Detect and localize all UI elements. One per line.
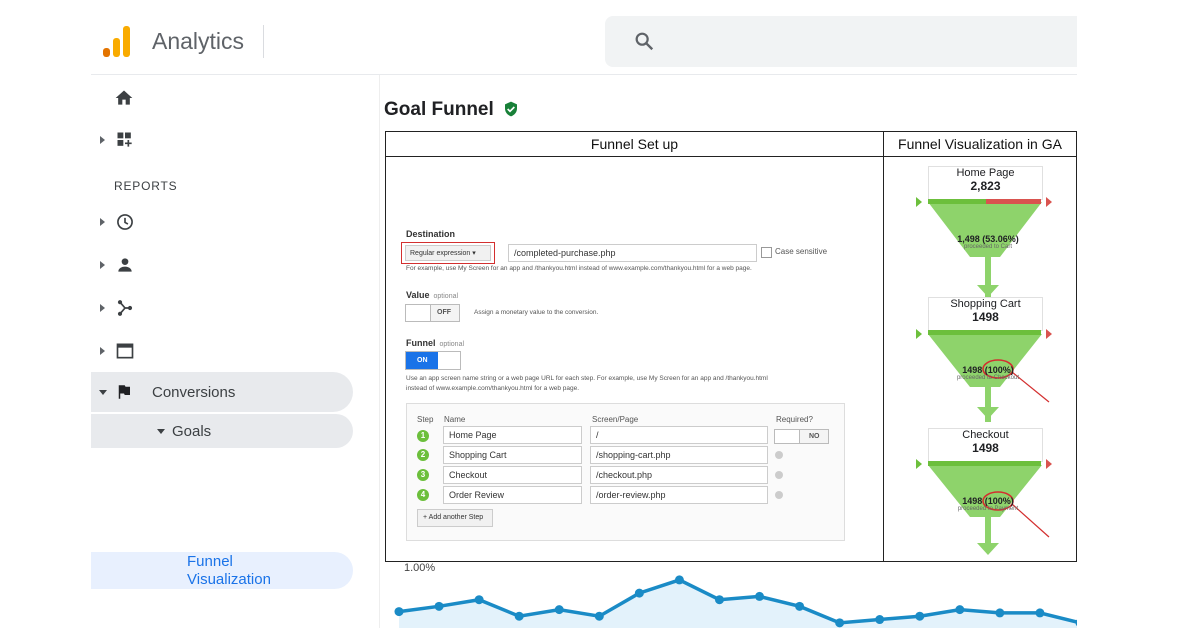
funnel-stage-home: Home Page 2,823 — [928, 166, 1043, 200]
data-point — [554, 605, 564, 615]
step-page-input[interactable]: /order-review.php — [590, 486, 768, 504]
sidebar-item-behavior[interactable] — [91, 341, 171, 361]
remove-step-icon[interactable] — [775, 491, 783, 499]
value-hint: Assign a monetary value to the conversio… — [474, 309, 599, 316]
destination-input[interactable]: /completed-purchase.php — [508, 244, 757, 262]
data-point — [795, 601, 805, 611]
data-point — [995, 608, 1005, 618]
setup-heading: Funnel Set up — [590, 136, 679, 152]
add-step-button[interactable]: + Add another Step — [417, 509, 493, 527]
chart-area — [399, 579, 1080, 628]
data-point — [634, 588, 644, 598]
clock-icon — [117, 214, 133, 230]
app-title: Analytics — [152, 28, 245, 54]
person-icon — [118, 258, 132, 272]
conversion-rate-chart: 1.00% — [380, 562, 1085, 628]
conversions-label: Conversions — [152, 384, 236, 401]
funnel-stage-cart-continued-bar — [928, 330, 1041, 335]
step-number: 1 — [417, 430, 429, 442]
search-icon[interactable] — [633, 30, 655, 52]
funnel-label: Funnel optional — [406, 338, 465, 348]
funnel-stage-cart: Shopping Cart 1498 — [928, 297, 1043, 331]
step-number: 3 — [417, 469, 429, 481]
home-icon[interactable] — [114, 88, 134, 113]
data-point — [755, 591, 765, 601]
case-sensitive-label: Case sensitive — [775, 247, 828, 256]
required-toggle[interactable]: NO — [774, 429, 829, 444]
step-number: 2 — [417, 449, 429, 461]
case-sensitive-checkbox[interactable] — [761, 247, 772, 258]
data-point — [394, 607, 404, 617]
value-toggle[interactable]: OFF — [405, 304, 460, 322]
flag-icon — [118, 385, 130, 399]
data-point — [835, 618, 845, 628]
title-divider — [263, 25, 264, 58]
verified-check-icon — [505, 101, 518, 117]
funnel-stage-home-exit-bar — [986, 199, 1041, 204]
reports-section-label: REPORTS — [114, 179, 178, 193]
step-name-input[interactable]: Home Page — [443, 426, 582, 444]
dashboard-add-icon — [117, 132, 132, 147]
match-type-dropdown[interactable]: Regular expression ▾ — [405, 245, 491, 261]
sidebar-item-funnel-visualization[interactable]: Funnel Visualization — [91, 552, 353, 589]
viz-heading: Funnel Visualization in GA — [898, 136, 1062, 152]
funnel-stage-checkout-continued-bar — [928, 461, 1041, 466]
col-name: Name — [444, 415, 466, 424]
step-number: 4 — [417, 489, 429, 501]
data-point — [474, 595, 484, 605]
destination-hint: For example, use My Screen for an app an… — [406, 265, 752, 272]
remove-step-icon[interactable] — [775, 451, 783, 459]
destination-label: Destination — [406, 229, 456, 239]
data-point — [514, 611, 524, 621]
data-point — [875, 615, 885, 625]
funnel-stage-home-continued-bar — [928, 199, 986, 204]
behavior-icon — [116, 343, 134, 359]
step-name-input[interactable]: Checkout — [443, 466, 582, 484]
step-name-input[interactable]: Shopping Cart — [443, 446, 582, 464]
value-label: Value optional — [406, 290, 459, 300]
step-page-input[interactable]: /checkout.php — [590, 466, 768, 484]
col-screen: Screen/Page — [592, 415, 639, 424]
sidebar-item-goals[interactable]: Goals — [91, 414, 353, 448]
sidebar-item-customization[interactable] — [91, 130, 171, 150]
remove-step-icon[interactable] — [775, 471, 783, 479]
data-point — [955, 605, 965, 615]
acquisition-icon — [117, 300, 133, 316]
data-point — [434, 601, 444, 611]
caret-down-icon — [157, 429, 165, 434]
search-bar[interactable] — [605, 16, 1077, 67]
step-page-input[interactable]: / — [590, 426, 768, 444]
step-page-input[interactable]: /shopping-cart.php — [590, 446, 768, 464]
sidebar-item-conversions[interactable]: Conversions — [91, 372, 353, 412]
funnel-transition-2: 1498 (100%) proceeded to Checkout — [956, 365, 1020, 381]
funnel-hint: Use an app screen name string or a web p… — [406, 375, 768, 392]
analytics-logo — [103, 25, 133, 57]
sidebar-item-audience[interactable] — [91, 255, 171, 275]
data-point — [594, 611, 604, 621]
col-step: Step — [417, 415, 434, 424]
funnel-visualization-label: Funnel Visualization — [187, 553, 271, 588]
data-point — [714, 595, 724, 605]
data-point — [915, 611, 925, 621]
funnel-toggle[interactable]: ON — [405, 351, 461, 370]
col-required: Required? — [776, 415, 813, 424]
sidebar-item-acquisition[interactable] — [91, 298, 171, 318]
funnel-transition-1: 1,498 (53.06%) proceeded to Cart — [957, 234, 1019, 250]
data-point — [1035, 608, 1045, 618]
goals-label: Goals — [172, 423, 212, 440]
dropdown-caret-icon: ▾ — [472, 250, 476, 257]
sidebar-item-realtime[interactable] — [91, 212, 171, 232]
page-title: Goal Funnel — [384, 99, 519, 121]
funnel-transition-3: 1498 (100%) proceeded to Payment — [957, 496, 1019, 512]
y-axis-tick-label: 1.00% — [404, 562, 436, 574]
caret-down-icon — [99, 390, 107, 395]
data-point — [674, 575, 684, 585]
step-name-input[interactable]: Order Review — [443, 486, 582, 504]
funnel-stage-checkout: Checkout 1498 — [928, 428, 1043, 462]
